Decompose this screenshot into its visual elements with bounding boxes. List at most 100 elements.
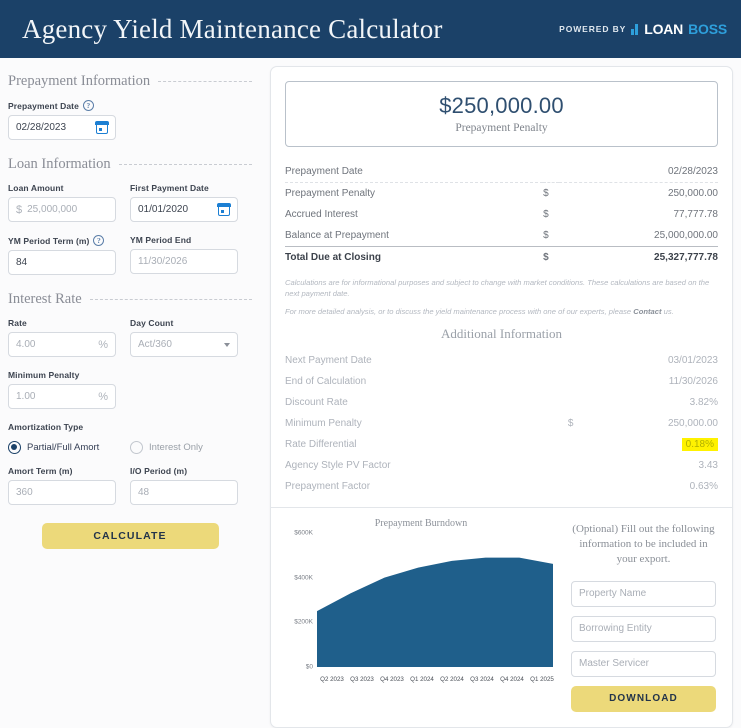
results-panel: $250,000.00 Prepayment Penalty Prepaymen… xyxy=(262,58,741,728)
radio-icon-unselected[interactable] xyxy=(130,441,143,454)
radio-partial-full-amort[interactable]: Partial/Full Amort xyxy=(8,441,130,454)
field-minimum-penalty: Minimum Penalty 1.00 % xyxy=(8,370,116,409)
ym-period-term-input[interactable]: 84 xyxy=(8,250,116,275)
row-value: 11/30/2026 xyxy=(668,376,718,387)
first-payment-date-value: 01/01/2020 xyxy=(138,204,189,215)
calendar-icon[interactable] xyxy=(217,202,231,216)
row-currency xyxy=(568,350,584,371)
field-ym-period-end: YM Period End 11/30/2026 xyxy=(130,235,238,275)
loan-amount-input[interactable]: $ 25,000,000 xyxy=(8,197,116,222)
label-loan-amount: Loan Amount xyxy=(8,183,64,193)
master-servicer-field[interactable]: Master Servicer xyxy=(571,650,716,677)
table-row: Agency Style PV Factor 3.43 xyxy=(285,455,718,476)
row-label: Prepayment Date xyxy=(285,161,544,183)
chart-y-tick-label: $0 xyxy=(305,663,313,671)
label-first-payment-date: First Payment Date xyxy=(130,183,209,193)
row-currency xyxy=(568,371,584,392)
chart-x-tick-label: Q3 2024 xyxy=(470,676,494,683)
io-period-input[interactable]: 48 xyxy=(130,480,238,505)
summary-table: Prepayment Date 02/28/2023 Prepayment Pena… xyxy=(285,161,718,268)
contact-link[interactable]: Contact xyxy=(633,307,661,316)
chart-x-tick-label: Q4 2023 xyxy=(380,676,404,683)
row-label: Total Due at Closing xyxy=(285,246,544,268)
section-title-prepayment: Prepayment Information xyxy=(8,73,151,89)
chart-x-tick-label: Q1 2024 xyxy=(410,676,434,683)
disclaimer-block: Calculations are for informational purpo… xyxy=(285,277,718,324)
minimum-penalty-input[interactable]: 1.00 % xyxy=(8,384,116,409)
loanboss-logo-icon xyxy=(631,23,639,35)
label-ym-period-term: YM Period Term (m) xyxy=(8,235,90,246)
row-currency: $ xyxy=(543,246,560,268)
loan-amount-value: 25,000,000 xyxy=(27,204,78,215)
label-rate: Rate xyxy=(8,318,27,328)
chart-y-tick-label: $600K xyxy=(294,529,313,537)
brand-word-boss: BOSS xyxy=(688,21,727,37)
table-row: Total Due at Closing $25,327,777.78 xyxy=(285,246,718,268)
field-loan-amount: Loan Amount $ 25,000,000 xyxy=(8,183,116,222)
export-note: (Optional) Fill out the following inform… xyxy=(572,523,715,565)
hero-amount: $250,000.00 xyxy=(439,93,564,118)
property-name-field[interactable]: Property Name xyxy=(571,580,716,607)
field-amort-term: Amort Term (m) 360 xyxy=(8,466,116,505)
prepayment-date-value: 02/28/2023 xyxy=(16,122,67,133)
rate-input[interactable]: 4.00 % xyxy=(8,332,116,357)
disclaimer-line-1: Calculations are for informational purpo… xyxy=(285,278,710,298)
radio-label-interest-only: Interest Only xyxy=(149,442,203,453)
ym-period-end-value: 11/30/2026 xyxy=(138,256,188,267)
hero-label: Prepayment Penalty xyxy=(455,122,548,134)
amort-term-input[interactable]: 360 xyxy=(8,480,116,505)
field-io-period: I/O Period (m) 48 xyxy=(130,466,238,505)
row-value: 250,000.00 xyxy=(667,188,718,199)
download-button[interactable]: DOWNLOAD xyxy=(571,685,716,712)
chart-x-tick-label: Q2 2024 xyxy=(440,676,464,683)
chart-y-tick-label: $200K xyxy=(294,618,313,626)
row-value: 03/01/2023 xyxy=(667,355,718,366)
chevron-down-icon[interactable] xyxy=(224,342,230,347)
amortization-type-radio-group: Partial/Full Amort Interest Only xyxy=(8,441,252,454)
additional-information-table: Next Payment Date 03/01/2023 End of Calcul… xyxy=(285,350,718,497)
row-currency xyxy=(568,434,584,455)
chart-y-tick-label: $400K xyxy=(294,574,313,582)
input-form-panel: Prepayment Information Prepayment Date ?… xyxy=(0,58,262,728)
disclaimer-pre: For more detailed analysis, or to discus… xyxy=(285,307,634,316)
table-row: Next Payment Date 03/01/2023 xyxy=(285,350,718,371)
amort-term-value: 360 xyxy=(16,487,33,498)
field-day-count: Day Count Act/360 xyxy=(130,318,238,357)
chart-x-tick-label: Q3 2023 xyxy=(350,676,374,683)
day-count-select[interactable]: Act/360 xyxy=(130,332,238,357)
radio-icon-selected[interactable] xyxy=(8,441,21,454)
page-body: Prepayment Information Prepayment Date ?… xyxy=(0,58,741,728)
row-label: Balance at Prepayment xyxy=(285,230,389,241)
borrowing-entity-placeholder: Borrowing Entity xyxy=(579,623,652,635)
help-icon[interactable]: ? xyxy=(82,100,94,111)
radio-interest-only[interactable]: Interest Only xyxy=(130,441,252,454)
ym-period-term-value: 84 xyxy=(16,257,28,268)
chart-x-tick-label: Q4 2024 xyxy=(500,676,524,683)
label-minimum-penalty: Minimum Penalty xyxy=(8,370,80,380)
row-currency: $ xyxy=(543,230,549,241)
section-title-loan: Loan Information xyxy=(8,156,111,172)
help-icon[interactable]: ? xyxy=(93,235,105,246)
brand-lockup: POWERED BY LOAN BOSS xyxy=(559,21,729,37)
section-divider xyxy=(118,164,252,165)
section-divider xyxy=(89,299,252,300)
prepayment-date-input[interactable]: 02/28/2023 xyxy=(8,115,116,140)
calculate-button[interactable]: CALCULATE xyxy=(41,523,219,549)
label-io-period: I/O Period (m) xyxy=(130,466,188,476)
borrowing-entity-field[interactable]: Borrowing Entity xyxy=(571,615,716,642)
calendar-icon[interactable] xyxy=(95,120,109,134)
rate-value: 4.00 xyxy=(16,339,36,350)
chart-plot-area: $0 $200K $400K $600K Q2 2023 Q3 2023 Q4 2023 Q… xyxy=(285,529,557,685)
bottom-section: Prepayment Burndown $0 $200K $400K $600K Q2… xyxy=(285,508,718,727)
label-amortization-type: Amortization Type xyxy=(8,422,84,432)
section-divider xyxy=(158,81,252,82)
row-value: 0.63% xyxy=(689,481,718,492)
section-header-loan: Loan Information xyxy=(8,156,252,173)
row-label: Minimum Penalty xyxy=(285,418,362,429)
first-payment-date-input[interactable]: 01/01/2020 xyxy=(130,197,238,222)
prepayment-penalty-hero: $250,000.00 Prepayment Penalty xyxy=(285,81,718,147)
brand-word-loan: LOAN xyxy=(644,21,684,37)
table-row: Accrued Interest $77,777.78 xyxy=(285,204,718,225)
row-value: 25,000,000.00 xyxy=(654,230,718,241)
disclaimer-post: us. xyxy=(661,307,674,316)
